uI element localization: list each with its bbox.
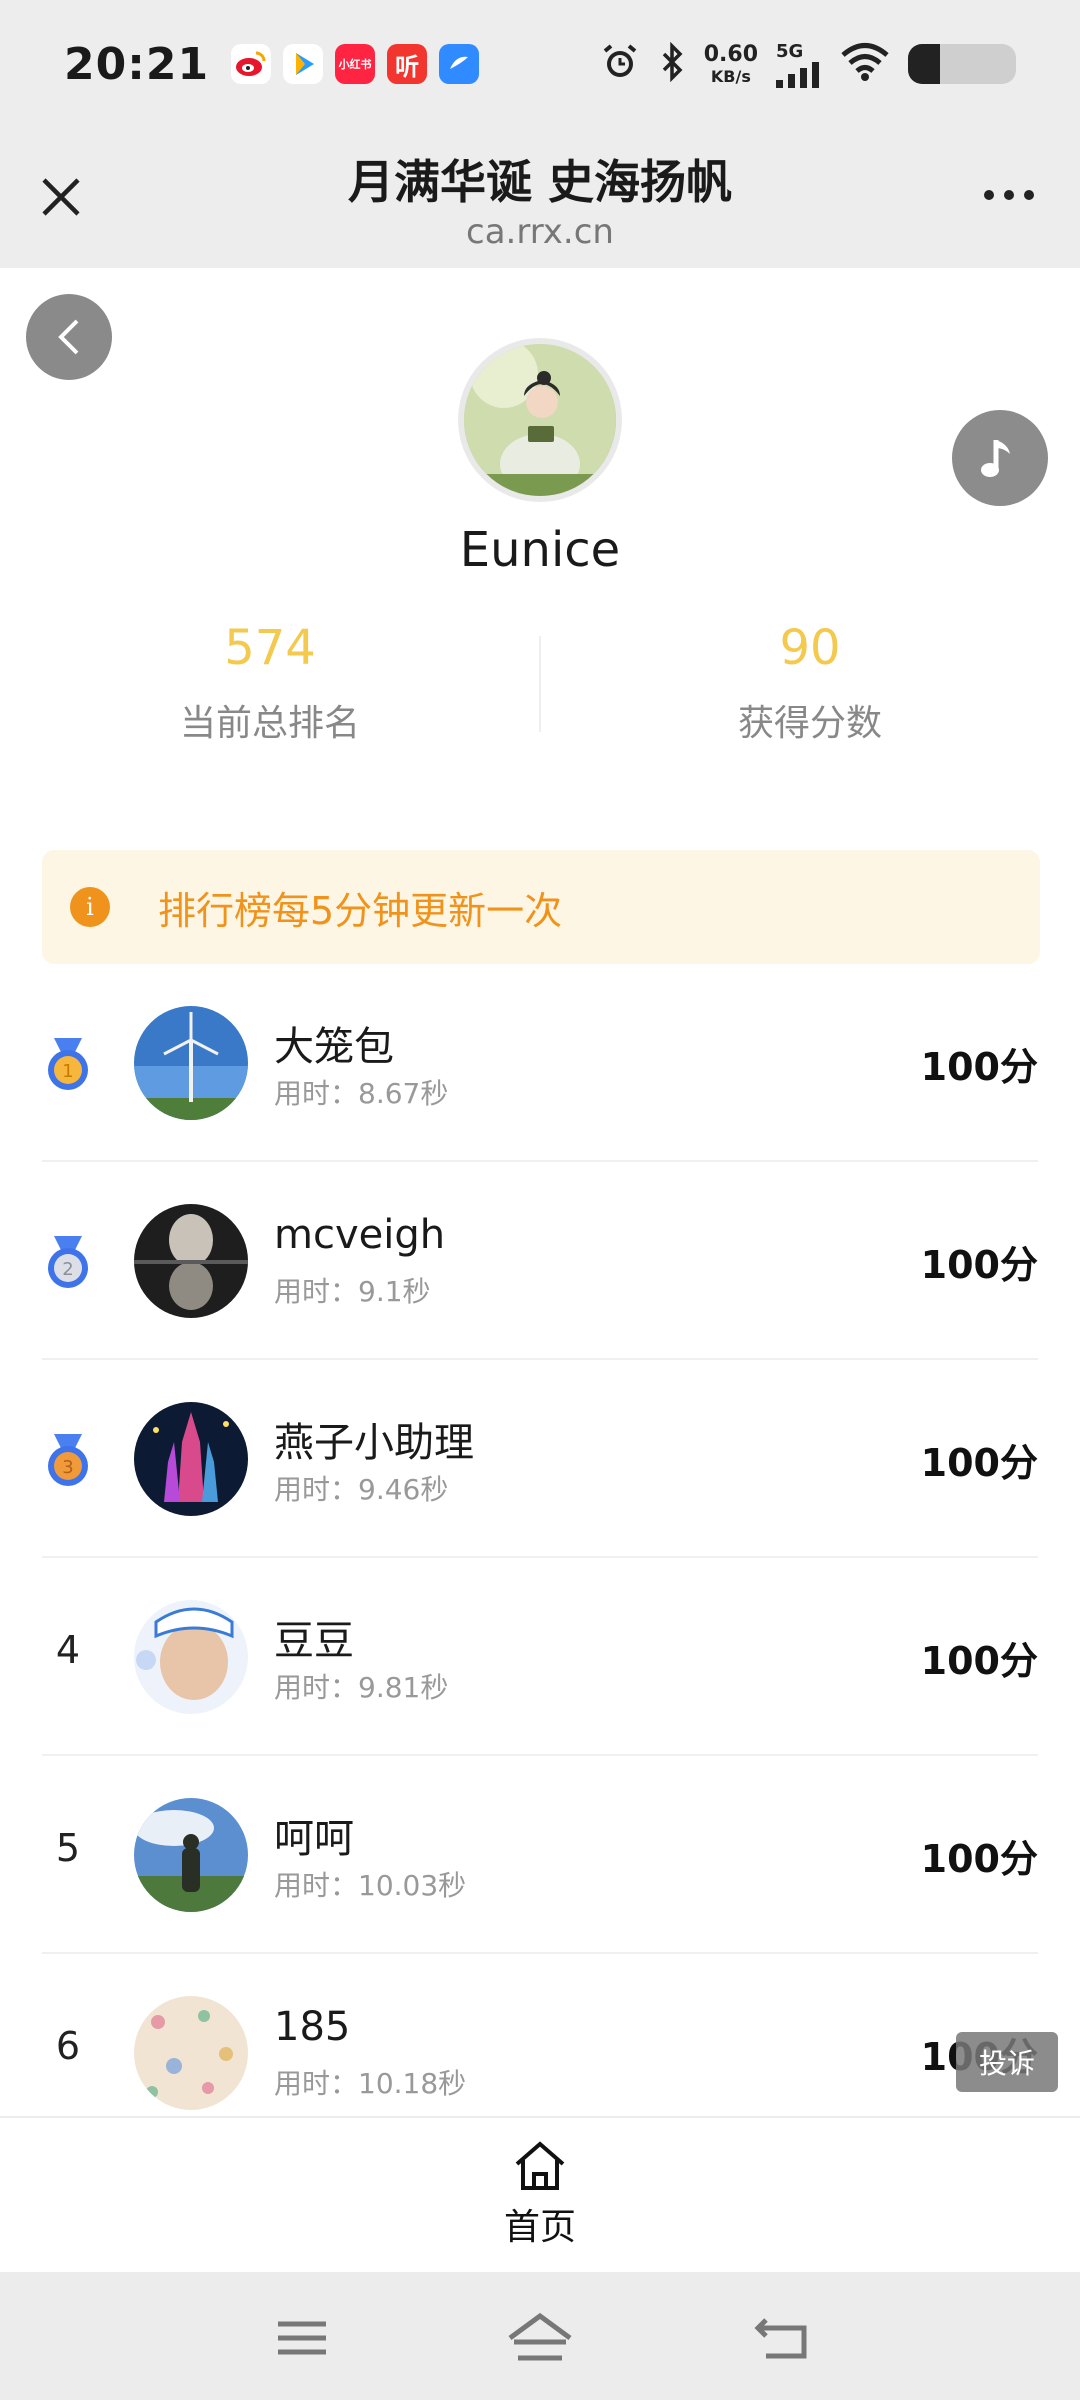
status-time: 20:21	[64, 38, 210, 90]
network-speed: 0.60 KB/s	[703, 41, 758, 86]
player-name: 豆豆	[274, 1618, 354, 1664]
more-menu-icon[interactable]	[984, 180, 1044, 210]
music-toggle-button[interactable]	[952, 410, 1048, 506]
status-bar: 20:21 小红书 听 0.60 KB/s 5G	[0, 0, 1080, 128]
battery-icon	[908, 44, 1016, 84]
status-indicators: 0.60 KB/s 5G	[600, 41, 1016, 88]
player-time: 用时：9.1秒	[274, 1275, 431, 1308]
system-back-icon[interactable]	[752, 2312, 812, 2364]
bottom-tab-bar: 首页	[0, 2116, 1080, 2272]
ranking-list[interactable]: 1 大笼包 用时：8.67秒 100分 2 mcveigh 用时：9.1秒 10…	[0, 964, 1080, 2116]
browser-app-icon	[439, 44, 480, 84]
player-name: 大笼包	[274, 1024, 394, 1070]
svg-text:1: 1	[62, 1061, 73, 1082]
chevron-left-icon	[58, 319, 79, 355]
update-notice: i 排行榜每5分钟更新一次	[42, 850, 1040, 964]
player-avatar	[134, 1006, 248, 1120]
rank-label: 当前总排名	[179, 703, 360, 744]
rank-number: 5	[55, 1826, 81, 1870]
ranking-row[interactable]: 2 mcveigh 用时：9.1秒 100分	[42, 1162, 1038, 1360]
tab-home-label: 首页	[503, 2207, 576, 2248]
player-score: 100分	[920, 1441, 1038, 1485]
score-stat: 90 获得分数	[540, 620, 1080, 746]
player-name: 燕子小助理	[274, 1420, 474, 1466]
player-name: 185	[274, 2004, 351, 2050]
username: Eunice	[459, 522, 621, 578]
player-time: 用时：10.03秒	[274, 1869, 467, 1902]
xiaohongshu-icon: 小红书	[335, 44, 376, 84]
rank-stat: 574 当前总排名	[0, 620, 540, 746]
system-nav-bar	[0, 2272, 1080, 2400]
rank-value: 574	[224, 620, 316, 676]
home-icon	[515, 2141, 565, 2190]
player-time: 用时：8.67秒	[274, 1077, 449, 1110]
player-score: 100分	[920, 1837, 1038, 1881]
cellular-signal-icon: 5G	[776, 41, 822, 88]
bronze-medal-icon: 3	[42, 1432, 94, 1488]
system-home-icon[interactable]	[506, 2312, 572, 2364]
user-avatar	[458, 338, 622, 502]
player-avatar	[134, 1204, 248, 1318]
ranking-row[interactable]: 6 185 用时：10.18秒 100分	[42, 1954, 1038, 2116]
complaint-button[interactable]: 投诉	[956, 2032, 1058, 2092]
alarm-icon	[600, 42, 640, 86]
video-app-icon	[283, 44, 324, 84]
page-url: ca.rrx.cn	[466, 212, 614, 252]
player-name: 呵呵	[274, 1816, 354, 1862]
bluetooth-icon	[658, 41, 686, 86]
ranking-row[interactable]: 5 呵呵 用时：10.03秒 100分	[42, 1756, 1038, 1954]
music-note-icon	[981, 440, 1010, 477]
menu-icon[interactable]	[272, 2312, 332, 2364]
svg-text:2: 2	[62, 1259, 73, 1280]
score-value: 90	[779, 620, 841, 676]
browser-navbar: 月满华诞 史海扬帆 ca.rrx.cn	[0, 128, 1080, 268]
info-icon: i	[70, 887, 110, 927]
player-avatar	[134, 1996, 248, 2110]
notice-text: 排行榜每5分钟更新一次	[158, 888, 563, 933]
player-avatar	[134, 1798, 248, 1912]
player-name: mcveigh	[274, 1212, 446, 1258]
silver-medal-icon: 2	[42, 1234, 94, 1290]
player-score: 100分	[920, 1045, 1038, 1089]
ranking-row[interactable]: 1 大笼包 用时：8.67秒 100分	[42, 964, 1038, 1162]
player-score: 100分	[920, 1243, 1038, 1287]
score-label: 获得分数	[737, 703, 882, 744]
player-score: 100分	[920, 1639, 1038, 1683]
svg-text:3: 3	[62, 1457, 73, 1478]
notification-app-icons: 小红书 听	[231, 44, 480, 84]
weibo-icon	[231, 44, 272, 84]
rank-number: 6	[55, 2024, 81, 2068]
player-time: 用时：10.18秒	[274, 2067, 467, 2100]
ranking-row[interactable]: 3 燕子小助理 用时：9.46秒 100分	[42, 1360, 1038, 1558]
back-button[interactable]	[26, 294, 112, 380]
player-time: 用时：9.46秒	[274, 1473, 449, 1506]
page-title: 月满华诞 史海扬帆	[347, 155, 732, 209]
ranking-row[interactable]: 4 豆豆 用时：9.81秒 100分	[42, 1558, 1038, 1756]
wifi-icon	[840, 42, 890, 86]
tab-home[interactable]: 首页	[490, 2140, 590, 2250]
player-avatar	[134, 1600, 248, 1714]
player-avatar	[134, 1402, 248, 1516]
ting-app-icon: 听	[387, 44, 428, 84]
gold-medal-icon: 1	[42, 1036, 94, 1092]
rank-number: 4	[55, 1628, 81, 1672]
player-time: 用时：9.81秒	[274, 1671, 449, 1704]
